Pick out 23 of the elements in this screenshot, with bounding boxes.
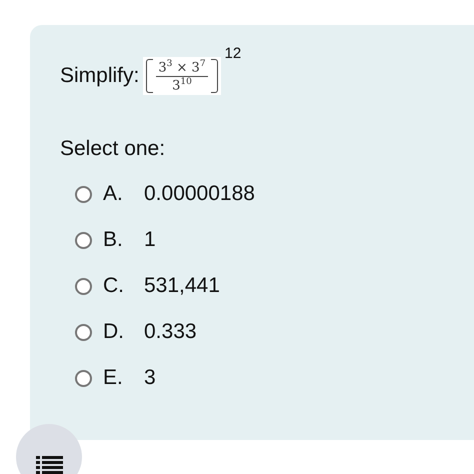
option-text: 3: [144, 366, 156, 390]
radio-button[interactable]: [75, 278, 92, 294]
menu-button[interactable]: [16, 424, 82, 474]
list-icon: [36, 456, 62, 474]
left-bracket: [146, 59, 154, 93]
option-letter: E.: [103, 366, 124, 390]
exponent: 12: [224, 45, 242, 62]
option-letter: D.: [103, 320, 125, 344]
radio-button[interactable]: [75, 232, 92, 248]
prompt-text: Select one:: [59, 136, 166, 162]
question-label: Simplify:: [60, 64, 140, 88]
fraction: 3$^{3}$ × 3$^{7}$ 3$^{10}$: [155, 59, 209, 93]
right-bracket: [210, 59, 218, 93]
option-text: 531,441: [144, 274, 220, 298]
option-text: 1: [144, 228, 156, 252]
radio-button[interactable]: [75, 186, 92, 202]
option-text: 0.333: [144, 320, 197, 344]
option-letter: A.: [103, 182, 124, 206]
radio-button[interactable]: [75, 324, 92, 340]
radio-button[interactable]: [75, 370, 92, 386]
option-text: 0.00000188: [144, 182, 255, 206]
option-letter: B.: [103, 228, 124, 252]
option-letter: C.: [103, 274, 125, 298]
